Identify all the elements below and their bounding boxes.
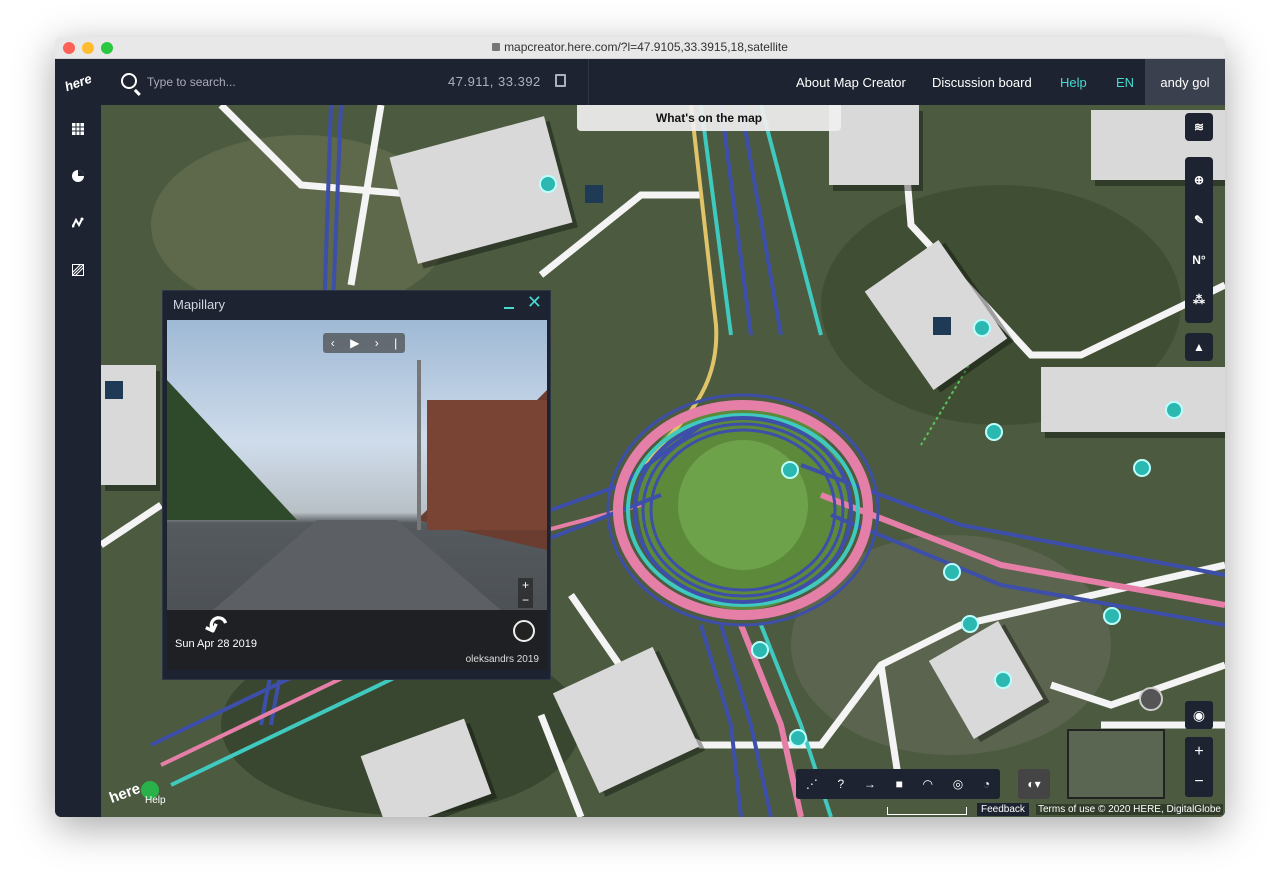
add-road-icon: ⊕: [1193, 173, 1205, 187]
poi-square-marker[interactable]: [105, 381, 123, 399]
shopping-poi-icon[interactable]: [751, 641, 769, 659]
copy-icon[interactable]: [555, 74, 566, 87]
mapillary-title: Mapillary: [173, 297, 226, 312]
poi-dot-icon[interactable]: [943, 563, 961, 581]
add-place-button[interactable]: ⁂: [1185, 280, 1213, 320]
elevation-icon[interactable]: ◠: [923, 777, 933, 791]
address-text: mapcreator.here.com/?l=47.9105,33.3915,1…: [504, 40, 788, 54]
pie-chart-icon[interactable]: [72, 170, 84, 182]
add-house-number-button[interactable]: N°: [1185, 240, 1213, 280]
whats-on-the-map-tab[interactable]: What's on the map: [577, 105, 841, 131]
help-link[interactable]: Help: [1060, 75, 1087, 90]
locate-me-button[interactable]: ◉: [1185, 701, 1213, 729]
scale-bar: [887, 807, 967, 815]
phone-poi-icon[interactable]: [539, 175, 557, 193]
map-canvas[interactable]: What's on the map ≋ ⊕ ✎ N° ⁂ ▲ Mapillary…: [101, 105, 1225, 817]
mapillary-panel: Mapillary ✕ ‹ ▶ › | + − ↶ Sun Apr 28 201…: [162, 290, 551, 680]
mapillary-zoom[interactable]: + −: [518, 578, 533, 608]
discussion-board-link[interactable]: Discussion board: [932, 75, 1032, 90]
capture-date: Sun Apr 28 2019: [175, 638, 257, 650]
about-link[interactable]: About Map Creator: [796, 75, 906, 90]
shopping-poi-icon[interactable]: [1133, 459, 1151, 477]
compass-icon[interactable]: [1139, 687, 1163, 711]
map-area-icon[interactable]: [72, 264, 84, 276]
street-view-image[interactable]: ‹ ▶ › | + − ↶ Sun Apr 28 2019 oleksandrs …: [167, 320, 547, 670]
close-panel-button[interactable]: ✕: [527, 292, 542, 313]
add-comment-icon: ✎: [1193, 213, 1205, 227]
poi-square-marker[interactable]: [585, 185, 603, 203]
stop-button[interactable]: |: [394, 336, 397, 350]
header-divider: [588, 59, 589, 105]
here-logo[interactable]: here: [55, 53, 107, 112]
minimize-panel-button[interactable]: [504, 297, 514, 309]
search-input[interactable]: [147, 72, 397, 92]
left-sidebar: [55, 105, 101, 817]
network-icon[interactable]: [72, 217, 84, 229]
chevron-down-icon: ◐▾: [1027, 777, 1041, 791]
play-button[interactable]: ▶: [350, 336, 359, 350]
zoom-in-button[interactable]: +: [1185, 737, 1213, 767]
building: [829, 105, 919, 185]
layers-button[interactable]: ≋: [1185, 113, 1213, 141]
target-icon: ◉: [1192, 707, 1206, 723]
house-number-icon: N°: [1192, 253, 1206, 267]
map-type-toggle[interactable]: ◐▾: [1018, 769, 1050, 799]
language-selector[interactable]: EN: [1116, 75, 1134, 90]
add-feedback-button[interactable]: ✎: [1185, 200, 1213, 240]
gauge-icon[interactable]: ◔: [983, 777, 990, 791]
image-author[interactable]: oleksandrs 2019: [466, 654, 539, 665]
layers-icon: ≋: [1193, 120, 1205, 134]
path-icon[interactable]: ⋰: [806, 777, 818, 791]
search-icon[interactable]: [121, 73, 137, 89]
shopping-poi-icon[interactable]: [973, 319, 991, 337]
poi-square-marker[interactable]: [933, 317, 951, 335]
app-header: here 47.911, 33.392 About Map Creator Di…: [55, 59, 1225, 105]
lock-icon: [492, 43, 501, 51]
zoom-out-button[interactable]: −: [1185, 767, 1213, 797]
help-bottom-link[interactable]: Help: [145, 795, 166, 806]
warning-icon: ▲: [1193, 340, 1205, 354]
shopping-poi-icon[interactable]: [781, 461, 799, 479]
question-icon[interactable]: ?: [838, 777, 845, 791]
browser-window: mapcreator.here.com/?l=47.9105,33.3915,1…: [55, 37, 1225, 817]
previous-button[interactable]: ‹: [331, 336, 335, 350]
add-road-button[interactable]: ⊕: [1185, 160, 1213, 200]
playback-controls: ‹ ▶ › |: [323, 333, 405, 353]
feedback-button[interactable]: Feedback: [977, 803, 1029, 816]
minimap[interactable]: [1067, 729, 1165, 799]
add-node-icon: ⁂: [1193, 293, 1205, 307]
viewing-direction-icon[interactable]: [513, 620, 535, 642]
speed-limit-icon[interactable]: ◎: [953, 777, 963, 791]
coordinates-readout: 47.911, 33.392: [448, 74, 541, 89]
bottom-toolbar: ⋰ ? → ■ ◠ ◎ ◔: [796, 769, 1000, 799]
user-menu[interactable]: andy gol: [1145, 59, 1225, 105]
terms-of-use-link[interactable]: Terms of use © 2020 HERE, DigitalGlobe: [1035, 804, 1223, 815]
shopping-poi-icon[interactable]: [985, 423, 1003, 441]
next-button[interactable]: ›: [375, 336, 379, 350]
browser-titlebar: mapcreator.here.com/?l=47.9105,33.3915,1…: [55, 37, 1225, 59]
shopping-poi-icon[interactable]: [1103, 607, 1121, 625]
warnings-button[interactable]: ▲: [1185, 333, 1213, 361]
zoom-control[interactable]: + −: [1185, 737, 1213, 797]
table-icon[interactable]: [72, 123, 84, 135]
right-toolbar: ≋ ⊕ ✎ N° ⁂ ▲: [1185, 113, 1213, 377]
store-poi-icon[interactable]: [994, 671, 1012, 689]
address-bar[interactable]: mapcreator.here.com/?l=47.9105,33.3915,1…: [55, 40, 1225, 54]
shopping-poi-icon[interactable]: [1165, 401, 1183, 419]
arrow-right-icon[interactable]: →: [864, 777, 876, 791]
shopping-poi-icon[interactable]: [961, 615, 979, 633]
add-tools-group: ⊕ ✎ N° ⁂: [1185, 157, 1213, 323]
lock-icon[interactable]: ■: [896, 777, 903, 791]
shopping-poi-icon[interactable]: [789, 729, 807, 747]
